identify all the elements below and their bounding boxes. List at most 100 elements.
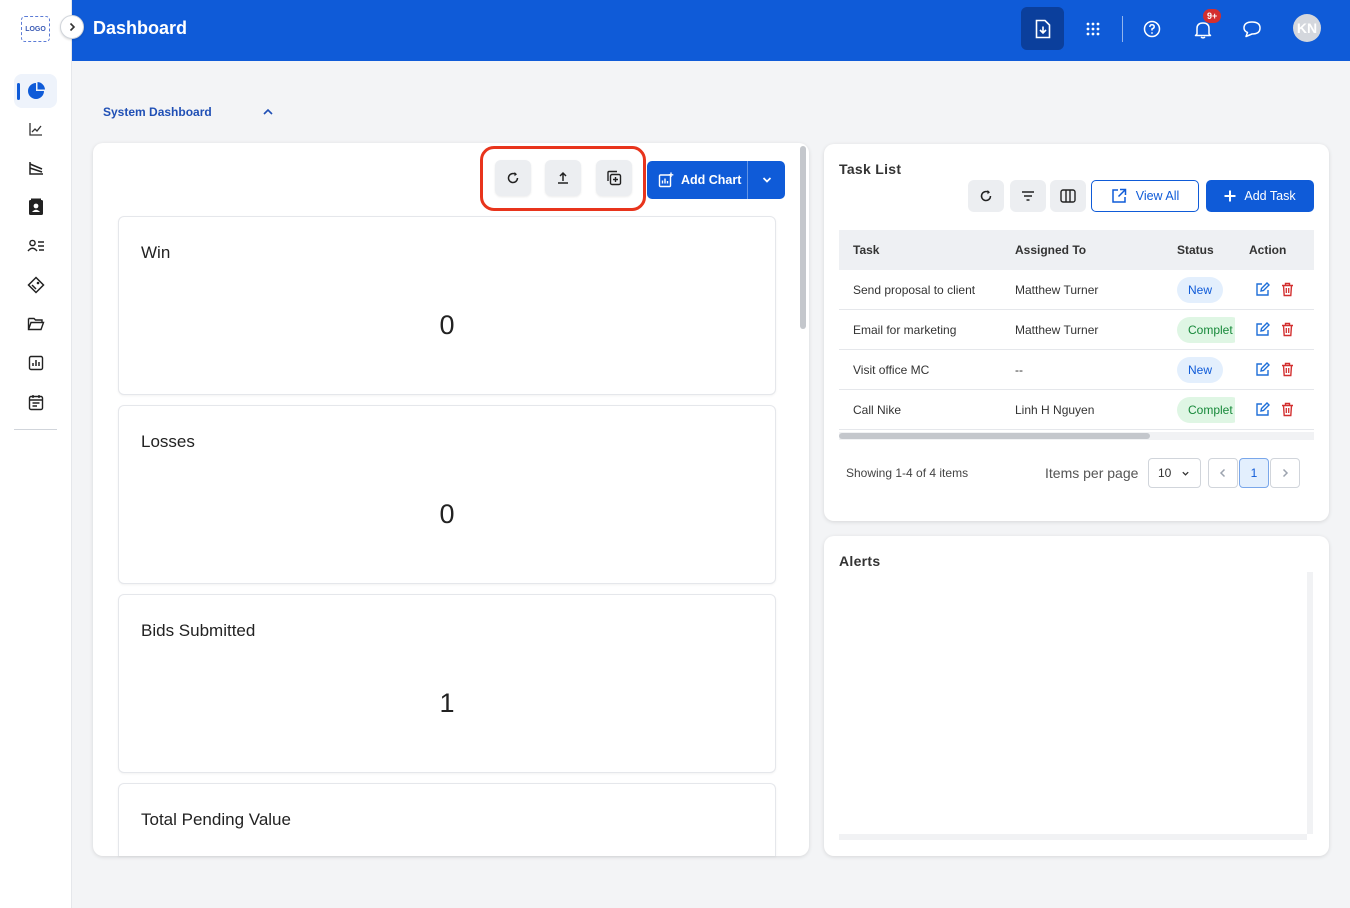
stat-card-value: 1 bbox=[439, 688, 455, 718]
table-row[interactable]: Visit office MC -- New bbox=[839, 350, 1314, 390]
task-table-header: Task Assigned To Status Action bbox=[839, 230, 1314, 270]
add-task-button[interactable]: Add Task bbox=[1206, 180, 1314, 212]
sidebar-item-deals[interactable] bbox=[14, 268, 57, 302]
task-name: Call Nike bbox=[853, 403, 902, 417]
table-row[interactable]: Email for marketing Matthew Turner Compl… bbox=[839, 310, 1314, 350]
status-cell: Complet bbox=[1175, 310, 1235, 350]
file-download-icon bbox=[1035, 19, 1050, 38]
stat-card-losses: Losses 0 bbox=[118, 405, 776, 584]
filter-tasks-button[interactable] bbox=[1010, 180, 1046, 212]
sidebar-item-calendar[interactable] bbox=[14, 385, 57, 419]
sidebar-divider bbox=[14, 429, 57, 430]
sidebar-item-contacts[interactable] bbox=[14, 190, 57, 224]
view-all-button[interactable]: View All bbox=[1091, 180, 1199, 212]
task-list-title: Task List bbox=[839, 161, 902, 177]
sidebar-item-files[interactable] bbox=[14, 307, 57, 341]
chart-axes-icon bbox=[28, 162, 43, 175]
dashboard-selector-title[interactable]: System Dashboard bbox=[103, 105, 212, 119]
column-header-assigned-to[interactable]: Assigned To bbox=[1015, 243, 1086, 257]
items-per-page-label: Items per page bbox=[1045, 465, 1139, 481]
refresh-tasks-button[interactable] bbox=[968, 180, 1004, 212]
toolbar-highlight-outline bbox=[480, 146, 646, 211]
apps-grid-button[interactable] bbox=[1071, 7, 1115, 51]
add-chart-icon bbox=[658, 172, 674, 188]
stat-card-label: Total Pending Value bbox=[141, 810, 291, 829]
status-cell: New bbox=[1175, 350, 1235, 390]
trash-icon[interactable] bbox=[1281, 322, 1294, 337]
stat-card-win: Win 0 bbox=[118, 216, 776, 395]
alerts-horizontal-scrollbar[interactable] bbox=[839, 834, 1307, 840]
apps-grid-icon bbox=[1086, 22, 1100, 36]
chevron-right-icon bbox=[69, 22, 76, 32]
stat-card-value: 0 bbox=[439, 499, 455, 529]
add-chart-label: Add Chart bbox=[681, 173, 742, 187]
contact-card-icon bbox=[28, 198, 43, 215]
notification-badge: 9+ bbox=[1203, 9, 1222, 23]
items-per-page-select[interactable]: 10 bbox=[1148, 458, 1201, 488]
user-avatar[interactable]: KN bbox=[1293, 14, 1321, 42]
plus-icon bbox=[1224, 190, 1236, 202]
column-header-action: Action bbox=[1249, 243, 1287, 257]
status-badge: Complet bbox=[1177, 317, 1235, 343]
download-button[interactable] bbox=[1021, 7, 1064, 50]
task-table: Task Assigned To Status Action Send prop… bbox=[839, 230, 1314, 439]
stat-card-value: 0 bbox=[439, 310, 455, 340]
sidebar-item-statistics[interactable] bbox=[14, 346, 57, 380]
stat-card-label: Win bbox=[141, 243, 171, 262]
chat-button[interactable] bbox=[1230, 7, 1274, 51]
sidebar-item-analytics[interactable] bbox=[14, 112, 57, 146]
add-chart-button-group: Add Chart bbox=[647, 161, 785, 199]
edit-icon[interactable] bbox=[1255, 282, 1270, 297]
column-header-status[interactable]: Status bbox=[1177, 243, 1214, 257]
sidebar-item-dashboard[interactable] bbox=[14, 74, 57, 108]
next-page-button[interactable] bbox=[1270, 458, 1300, 488]
columns-button[interactable] bbox=[1050, 180, 1086, 212]
column-header-task[interactable]: Task bbox=[853, 243, 879, 257]
trash-icon[interactable] bbox=[1281, 282, 1294, 297]
task-assignee: -- bbox=[1015, 363, 1023, 377]
dashboard-scrollbar[interactable] bbox=[800, 146, 806, 329]
pagination-summary: Showing 1-4 of 4 items bbox=[846, 466, 969, 480]
task-name: Send proposal to client bbox=[853, 283, 976, 297]
task-table-horizontal-scrollbar[interactable] bbox=[839, 433, 1150, 439]
top-header: Dashboard 9+ KN bbox=[72, 0, 1350, 61]
sidebar-item-users[interactable] bbox=[14, 229, 57, 263]
trash-icon[interactable] bbox=[1281, 402, 1294, 417]
refresh-icon bbox=[980, 190, 992, 202]
page-button-current[interactable]: 1 bbox=[1239, 458, 1269, 488]
edit-icon[interactable] bbox=[1255, 402, 1270, 417]
add-chart-dropdown-button[interactable] bbox=[748, 174, 785, 186]
status-badge: Complet bbox=[1177, 397, 1235, 423]
chevron-down-icon bbox=[1182, 471, 1189, 476]
status-badge: New bbox=[1177, 357, 1224, 383]
task-name: Email for marketing bbox=[853, 323, 957, 337]
edit-icon[interactable] bbox=[1255, 362, 1270, 377]
task-assignee: Matthew Turner bbox=[1015, 323, 1099, 337]
stat-card-total-pending-value: Total Pending Value bbox=[118, 783, 776, 856]
chevron-up-icon[interactable] bbox=[262, 106, 274, 118]
page-title: Dashboard bbox=[93, 18, 188, 38]
previous-page-button[interactable] bbox=[1208, 458, 1238, 488]
view-all-label: View All bbox=[1135, 189, 1180, 203]
help-icon bbox=[1143, 20, 1161, 38]
chat-bubble-icon bbox=[1243, 21, 1261, 38]
sidebar-expand-button[interactable] bbox=[60, 15, 84, 39]
trash-icon[interactable] bbox=[1281, 362, 1294, 377]
stat-card-label: Losses bbox=[141, 432, 195, 451]
add-task-label: Add Task bbox=[1244, 189, 1296, 203]
add-chart-button[interactable]: Add Chart bbox=[647, 172, 747, 188]
user-list-icon bbox=[26, 239, 44, 252]
folder-open-icon bbox=[27, 317, 44, 331]
stat-card-bids-submitted: Bids Submitted 1 bbox=[118, 594, 776, 773]
calendar-icon bbox=[28, 394, 43, 410]
edit-icon[interactable] bbox=[1255, 322, 1270, 337]
alerts-vertical-scrollbar[interactable] bbox=[1307, 572, 1313, 834]
app-logo[interactable]: LOGO bbox=[21, 16, 50, 42]
help-button[interactable] bbox=[1130, 7, 1174, 51]
bar-chart-icon bbox=[28, 355, 43, 371]
sidebar: LOGO bbox=[0, 0, 72, 908]
sidebar-item-reports[interactable] bbox=[14, 151, 57, 185]
table-row[interactable]: Send proposal to client Matthew Turner N… bbox=[839, 270, 1314, 310]
columns-icon bbox=[1060, 189, 1076, 203]
table-row[interactable]: Call Nike Linh H Nguyen Complet bbox=[839, 390, 1314, 430]
